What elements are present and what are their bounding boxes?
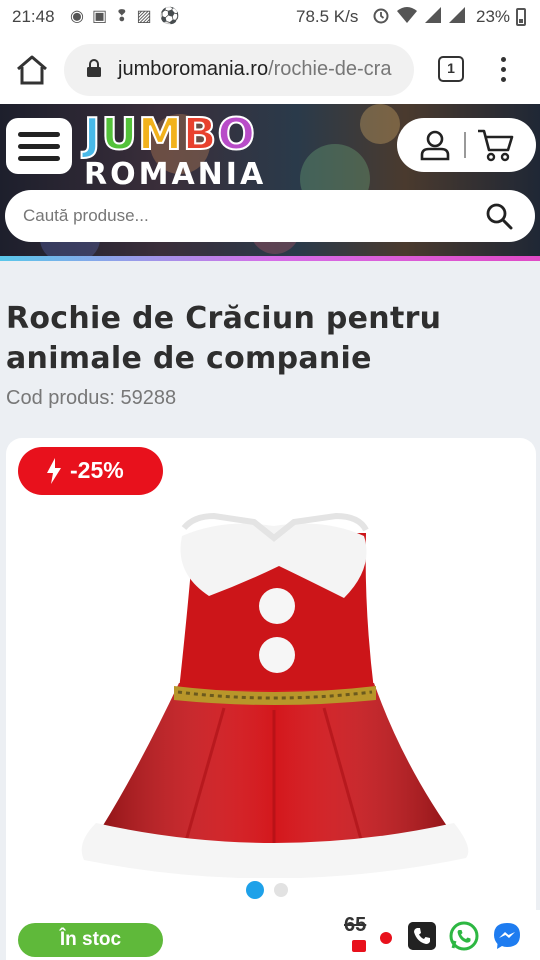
- status-bar: 21:48 ◉ ▣ ❢ ▨ ⚽ 78.5 K/s 23%: [0, 0, 540, 34]
- gallery-dot-1[interactable]: [246, 881, 264, 899]
- lock-icon: [87, 59, 101, 77]
- logo-romania: ROMANIA: [84, 157, 267, 192]
- home-icon[interactable]: [14, 54, 50, 86]
- gallery-notification-icon: ▣: [91, 8, 108, 25]
- signal-icon: [425, 7, 441, 23]
- site-header: JUMBO ROMANIA: [0, 104, 540, 260]
- product-code: Cod produs: 59288: [6, 387, 177, 409]
- messenger-icon[interactable]: [492, 921, 522, 951]
- wifi-icon: [397, 7, 417, 23]
- messenger-notification-icon: ◉: [70, 8, 84, 25]
- url-domain: jumboromania.ro: [118, 58, 269, 80]
- browser-toolbar: jumboromania.ro/rochie-de-cra 1: [0, 34, 540, 104]
- notification-icons: ◉ ▣ ❢ ▨ ⚽: [70, 6, 180, 26]
- network-speed: 78.5 K/s: [296, 7, 359, 26]
- user-icon[interactable]: [419, 129, 451, 161]
- battery-level: 23%: [476, 7, 511, 26]
- live-indicator: [380, 932, 392, 944]
- alarm-icon: [373, 8, 389, 24]
- account-cart-box: [397, 118, 536, 172]
- logo-jumbo: JUMBO: [83, 109, 256, 160]
- tabs-icon[interactable]: 1: [438, 56, 464, 82]
- system-icons: [372, 6, 466, 24]
- battery-icon: [516, 8, 526, 26]
- product-title: Rochie de Crăciun pentru animale de comp…: [6, 301, 442, 376]
- hamburger-icon[interactable]: [6, 118, 72, 174]
- more-icon[interactable]: [494, 54, 512, 84]
- whatsapp-icon[interactable]: [449, 921, 479, 951]
- signal-2-icon: [449, 7, 465, 23]
- bolt-icon: [47, 458, 61, 484]
- stock-badge: În stoc: [18, 923, 163, 957]
- divider: [464, 132, 466, 158]
- contact-bar: [367, 910, 540, 960]
- old-price: 65: [344, 914, 367, 936]
- gallery-dot-2[interactable]: [274, 883, 288, 897]
- url-path: /rochie-de-cra: [268, 58, 392, 80]
- product-gallery-card: -25% În stoc 65: [6, 438, 536, 960]
- signal-notification-icon: ❢: [115, 8, 129, 25]
- phone-icon[interactable]: [408, 922, 436, 950]
- url-text: jumboromania.ro/rochie-de-cra: [118, 58, 391, 81]
- product-page: Rochie de Crăciun pentru animale de comp…: [0, 261, 540, 960]
- jumbo-logo[interactable]: JUMBO ROMANIA: [83, 109, 284, 196]
- product-image[interactable]: [74, 478, 474, 878]
- gallery-dots: [246, 881, 288, 899]
- cart-icon[interactable]: [477, 128, 515, 162]
- search-box: [5, 190, 535, 242]
- address-bar[interactable]: jumboromania.ro/rochie-de-cra: [64, 44, 414, 96]
- new-price-partial: [352, 940, 366, 952]
- search-input[interactable]: [23, 202, 463, 230]
- search-icon[interactable]: [485, 202, 513, 230]
- ball-notification-icon: ⚽: [159, 8, 180, 25]
- status-time: 21:48: [12, 7, 55, 26]
- image-notification-icon: ▨: [136, 8, 152, 25]
